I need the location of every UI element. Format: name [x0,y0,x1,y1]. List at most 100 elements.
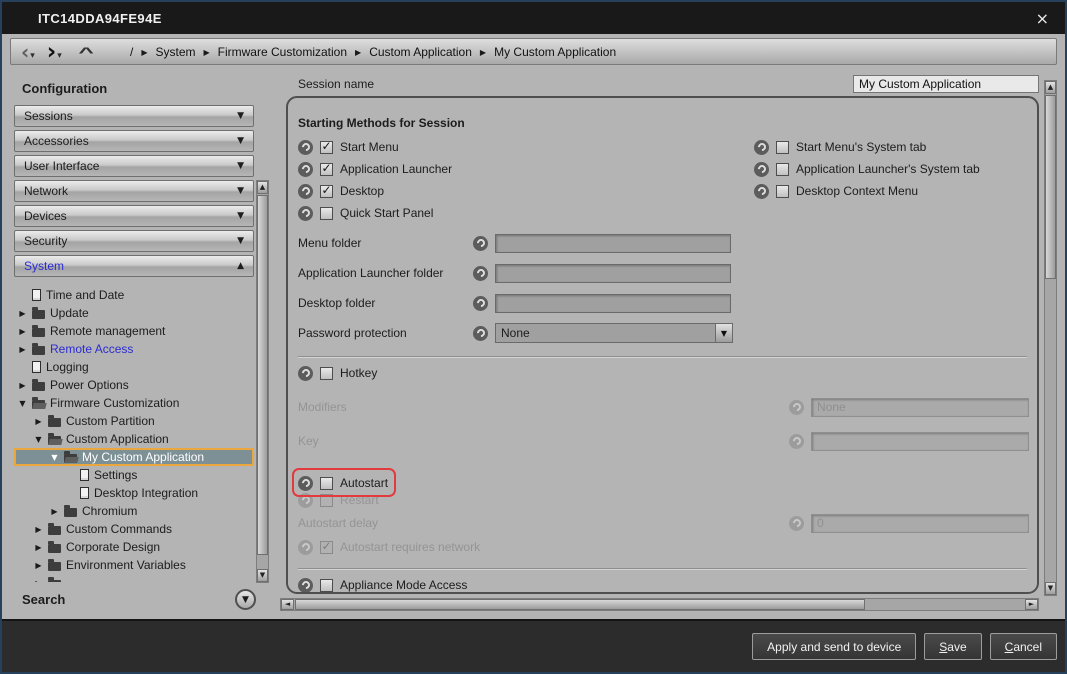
reset-icon[interactable] [754,184,769,199]
checkbox[interactable] [320,207,333,220]
tree-item-desktop-integration[interactable]: Desktop Integration [14,484,254,502]
main-vertical-scrollbar[interactable]: ▲ ▼ [1044,80,1057,596]
reset-icon[interactable] [298,366,313,381]
tree-item-logging[interactable]: Logging [14,358,254,376]
main-horizontal-scrollbar[interactable]: ◄ ► [280,598,1039,611]
breadcrumb-item-system[interactable]: System [155,45,195,59]
sidebar-section-network[interactable]: Network▼ [14,180,254,202]
scrollbar-track[interactable] [1045,94,1056,582]
checkbox[interactable] [320,141,333,154]
appliance-mode-checkbox[interactable] [320,579,333,592]
breadcrumb-item-my-custom-application[interactable]: My Custom Application [494,45,616,59]
collapse-icon[interactable]: ▼ [50,453,59,462]
sidebar-scrollbar[interactable]: ▲ ▼ [256,180,269,583]
hotkey-checkbox[interactable] [320,367,333,380]
scroll-right-icon[interactable]: ► [1025,599,1038,610]
scrollbar-thumb[interactable] [295,599,865,610]
close-icon[interactable]: × [1032,9,1053,28]
tree-item-firmware-customization[interactable]: ▼Firmware Customization [14,394,254,412]
breadcrumb-item-custom-application[interactable]: Custom Application [369,45,472,59]
reset-icon[interactable] [298,140,313,155]
scrollbar-thumb[interactable] [1045,95,1056,279]
expand-icon[interactable]: ▶ [34,561,43,570]
up-icon[interactable]: ^ [78,44,94,60]
reset-icon[interactable] [298,578,313,593]
tree-item-remote-access[interactable]: ▶Remote Access [14,340,254,358]
autostart-row: Autostart [296,474,1029,492]
scrollbar-track[interactable] [294,599,1025,610]
breadcrumb-item-firmware-customization[interactable]: Firmware Customization [218,45,347,59]
tree-item-chromium[interactable]: ▶Chromium [14,502,254,520]
reset-icon[interactable] [473,266,488,281]
save-button[interactable]: Save [924,633,981,660]
reset-icon[interactable] [298,476,313,491]
cancel-button[interactable]: Cancel [990,633,1057,660]
reset-icon[interactable] [754,162,769,177]
reset-icon[interactable] [298,184,313,199]
forward-icon[interactable]: › [47,42,56,62]
breadcrumb-root[interactable]: / [130,45,133,59]
expand-icon[interactable]: ▶ [18,309,27,318]
checkbox[interactable] [776,141,789,154]
reset-icon[interactable] [298,162,313,177]
forward-history-dropdown-icon[interactable]: ▾ [57,51,62,61]
expand-icon[interactable]: ▶ [18,381,27,390]
autostart-checkbox[interactable] [320,477,333,490]
scroll-left-icon[interactable]: ◄ [281,599,294,610]
expand-icon[interactable]: ▶ [34,579,43,583]
sidebar-section-user-interface[interactable]: User Interface▼ [14,155,254,177]
tree-item-environment-variables[interactable]: ▶Environment Variables [14,556,254,574]
chevron-down-icon[interactable]: ▼ [715,324,732,342]
collapse-icon[interactable]: ▼ [18,399,27,408]
expand-icon[interactable]: ▶ [50,507,59,516]
menu-folder-input[interactable] [495,234,731,253]
checkbox[interactable] [320,185,333,198]
tree-item-partial[interactable]: ▶ [14,574,254,582]
tree-item-remote-management[interactable]: ▶Remote management [14,322,254,340]
desktop-folder-input[interactable] [495,294,731,313]
tree-item-settings[interactable]: Settings [14,466,254,484]
search-expand-button[interactable]: ▼ [235,589,256,610]
tree-item-my-custom-application[interactable]: ▼My Custom Application [14,448,254,466]
collapse-icon[interactable]: ▼ [34,435,43,444]
sidebar-section-devices[interactable]: Devices▼ [14,205,254,227]
tree-item-custom-commands[interactable]: ▶Custom Commands [14,520,254,538]
scrollbar-thumb[interactable] [257,195,268,555]
application-launcher-folder-input[interactable] [495,264,731,283]
scroll-down-icon[interactable]: ▼ [257,569,268,582]
starting-method-application-launcher-s-system-tab: Application Launcher's System tab [752,158,1029,180]
tree-item-corporate-design[interactable]: ▶Corporate Design [14,538,254,556]
tree-item-custom-application[interactable]: ▼Custom Application [14,430,254,448]
apply-and-send-button[interactable]: Apply and send to device [752,633,916,660]
tree-item-update[interactable]: ▶Update [14,304,254,322]
scroll-up-icon[interactable]: ▲ [1045,81,1056,94]
reset-icon[interactable] [754,140,769,155]
password-protection-select[interactable]: None ▼ [495,323,733,343]
reset-icon[interactable] [473,296,488,311]
expand-icon[interactable]: ▶ [18,327,27,336]
section-label: System [24,259,64,273]
reset-icon[interactable] [473,236,488,251]
expand-icon[interactable]: ▶ [18,345,27,354]
checkbox[interactable] [320,163,333,176]
scrollbar-track[interactable] [257,194,268,569]
back-history-dropdown-icon[interactable]: ▾ [30,51,35,61]
expand-icon[interactable]: ▶ [34,525,43,534]
checkbox[interactable] [776,163,789,176]
sidebar-section-security[interactable]: Security▼ [14,230,254,252]
reset-icon[interactable] [298,206,313,221]
tree-item-power-options[interactable]: ▶Power Options [14,376,254,394]
sidebar-section-accessories[interactable]: Accessories▼ [14,130,254,152]
expand-icon[interactable]: ▶ [34,543,43,552]
back-icon[interactable]: ‹ [21,42,29,62]
sidebar-section-system[interactable]: System▲ [14,255,254,277]
tree-item-custom-partition[interactable]: ▶Custom Partition [14,412,254,430]
reset-icon[interactable] [473,326,488,341]
scroll-down-icon[interactable]: ▼ [1045,582,1056,595]
tree-item-time-and-date[interactable]: Time and Date [14,286,254,304]
scroll-up-icon[interactable]: ▲ [257,181,268,194]
sidebar-section-sessions[interactable]: Sessions▼ [14,105,254,127]
checkbox[interactable] [776,185,789,198]
session-name-input[interactable] [853,75,1039,93]
expand-icon[interactable]: ▶ [34,417,43,426]
